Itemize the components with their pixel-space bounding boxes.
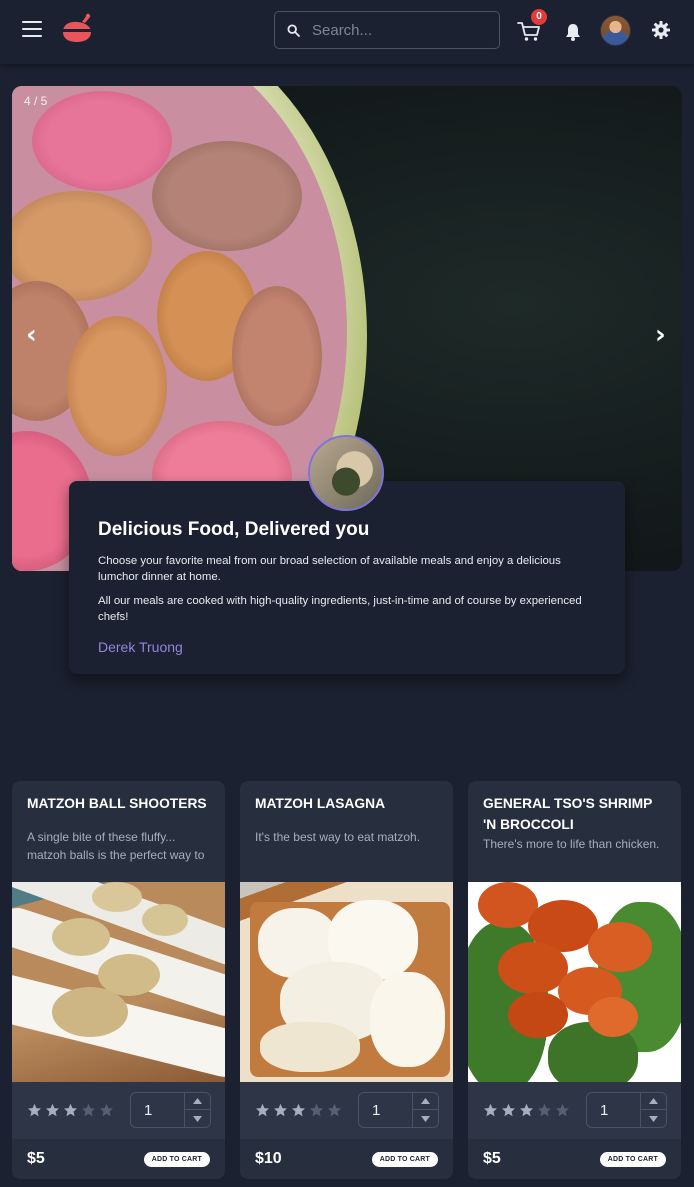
quantity-decrease-button[interactable] bbox=[413, 1110, 438, 1127]
user-avatar[interactable] bbox=[600, 15, 631, 46]
product-image[interactable] bbox=[12, 882, 225, 1082]
quantity-value[interactable]: 1 bbox=[144, 1102, 184, 1119]
star-icon[interactable] bbox=[327, 1103, 342, 1118]
product-title: MATZOH LASAGNA bbox=[255, 796, 386, 811]
quantity-decrease-button[interactable] bbox=[641, 1110, 666, 1127]
add-to-cart-button[interactable]: ADD TO CART bbox=[143, 1151, 210, 1167]
star-icon[interactable] bbox=[501, 1103, 516, 1118]
star-icon[interactable] bbox=[519, 1103, 534, 1118]
star-icon[interactable] bbox=[27, 1103, 42, 1118]
star-icon[interactable] bbox=[255, 1103, 270, 1118]
testimonial-title: Delicious Food, Delivered you bbox=[98, 519, 370, 540]
quantity-increase-button[interactable] bbox=[641, 1093, 666, 1110]
slide-counter: 4 / 5 bbox=[24, 94, 48, 108]
product-title: GENERAL TSO'S SHRIMP 'N BROCCOLI bbox=[483, 796, 653, 832]
quantity-value[interactable]: 1 bbox=[600, 1102, 640, 1119]
testimonial-paragraph: All our meals are cooked with high-quali… bbox=[98, 595, 582, 623]
star-icon[interactable] bbox=[555, 1103, 570, 1118]
search-input[interactable] bbox=[312, 21, 482, 39]
search-box[interactable] bbox=[274, 11, 500, 49]
star-icon[interactable] bbox=[273, 1103, 288, 1118]
star-icon[interactable] bbox=[63, 1103, 78, 1118]
product-description: There's more to life than chicken. bbox=[483, 837, 660, 851]
bell-icon[interactable] bbox=[564, 22, 582, 42]
testimonial-author: Derek Truong bbox=[98, 639, 183, 655]
menu-icon[interactable] bbox=[22, 21, 42, 39]
quantity-stepper[interactable]: 1 bbox=[358, 1092, 439, 1128]
testimonial-paragraph: Choose your favorite meal from our broad… bbox=[98, 555, 561, 583]
logo-icon[interactable] bbox=[60, 12, 94, 46]
star-icon[interactable] bbox=[45, 1103, 60, 1118]
search-icon bbox=[287, 23, 300, 37]
product-card: MATZOH LASAGNA It's the best way to eat … bbox=[240, 781, 453, 1179]
gear-icon[interactable] bbox=[651, 20, 671, 40]
quantity-decrease-button[interactable] bbox=[185, 1110, 210, 1127]
star-icon[interactable] bbox=[537, 1103, 552, 1118]
quantity-increase-button[interactable] bbox=[185, 1093, 210, 1110]
product-description: It's the best way to eat matzoh. bbox=[255, 830, 421, 844]
rating-stars[interactable] bbox=[27, 1103, 114, 1118]
product-image[interactable] bbox=[468, 882, 681, 1082]
quantity-value[interactable]: 1 bbox=[372, 1102, 412, 1119]
product-card: GENERAL TSO'S SHRIMP 'N BROCCOLI There's… bbox=[468, 781, 681, 1179]
product-title: MATZOH BALL SHOOTERS bbox=[27, 796, 207, 811]
quantity-increase-button[interactable] bbox=[413, 1093, 438, 1110]
star-icon[interactable] bbox=[291, 1103, 306, 1118]
star-icon[interactable] bbox=[81, 1103, 96, 1118]
star-icon[interactable] bbox=[309, 1103, 324, 1118]
top-app-bar: 0 bbox=[0, 0, 694, 64]
star-icon[interactable] bbox=[99, 1103, 114, 1118]
star-icon[interactable] bbox=[483, 1103, 498, 1118]
rating-stars[interactable] bbox=[255, 1103, 342, 1118]
carousel-next-button[interactable]: › bbox=[655, 322, 666, 348]
quantity-stepper[interactable]: 1 bbox=[586, 1092, 667, 1128]
product-price: $5 bbox=[27, 1150, 45, 1167]
product-price: $10 bbox=[255, 1150, 282, 1167]
product-price: $5 bbox=[483, 1150, 501, 1167]
product-image[interactable] bbox=[240, 882, 453, 1082]
testimonial-avatar bbox=[308, 435, 384, 511]
product-card: MATZOH BALL SHOOTERS A single bite of th… bbox=[12, 781, 225, 1179]
carousel-prev-button[interactable]: ‹ bbox=[26, 322, 37, 348]
add-to-cart-button[interactable]: ADD TO CART bbox=[371, 1151, 438, 1167]
quantity-stepper[interactable]: 1 bbox=[130, 1092, 211, 1128]
cart-count-badge: 0 bbox=[531, 9, 547, 25]
product-description: A single bite of these fluffy... matzoh … bbox=[27, 830, 205, 862]
add-to-cart-button[interactable]: ADD TO CART bbox=[599, 1151, 666, 1167]
rating-stars[interactable] bbox=[483, 1103, 570, 1118]
